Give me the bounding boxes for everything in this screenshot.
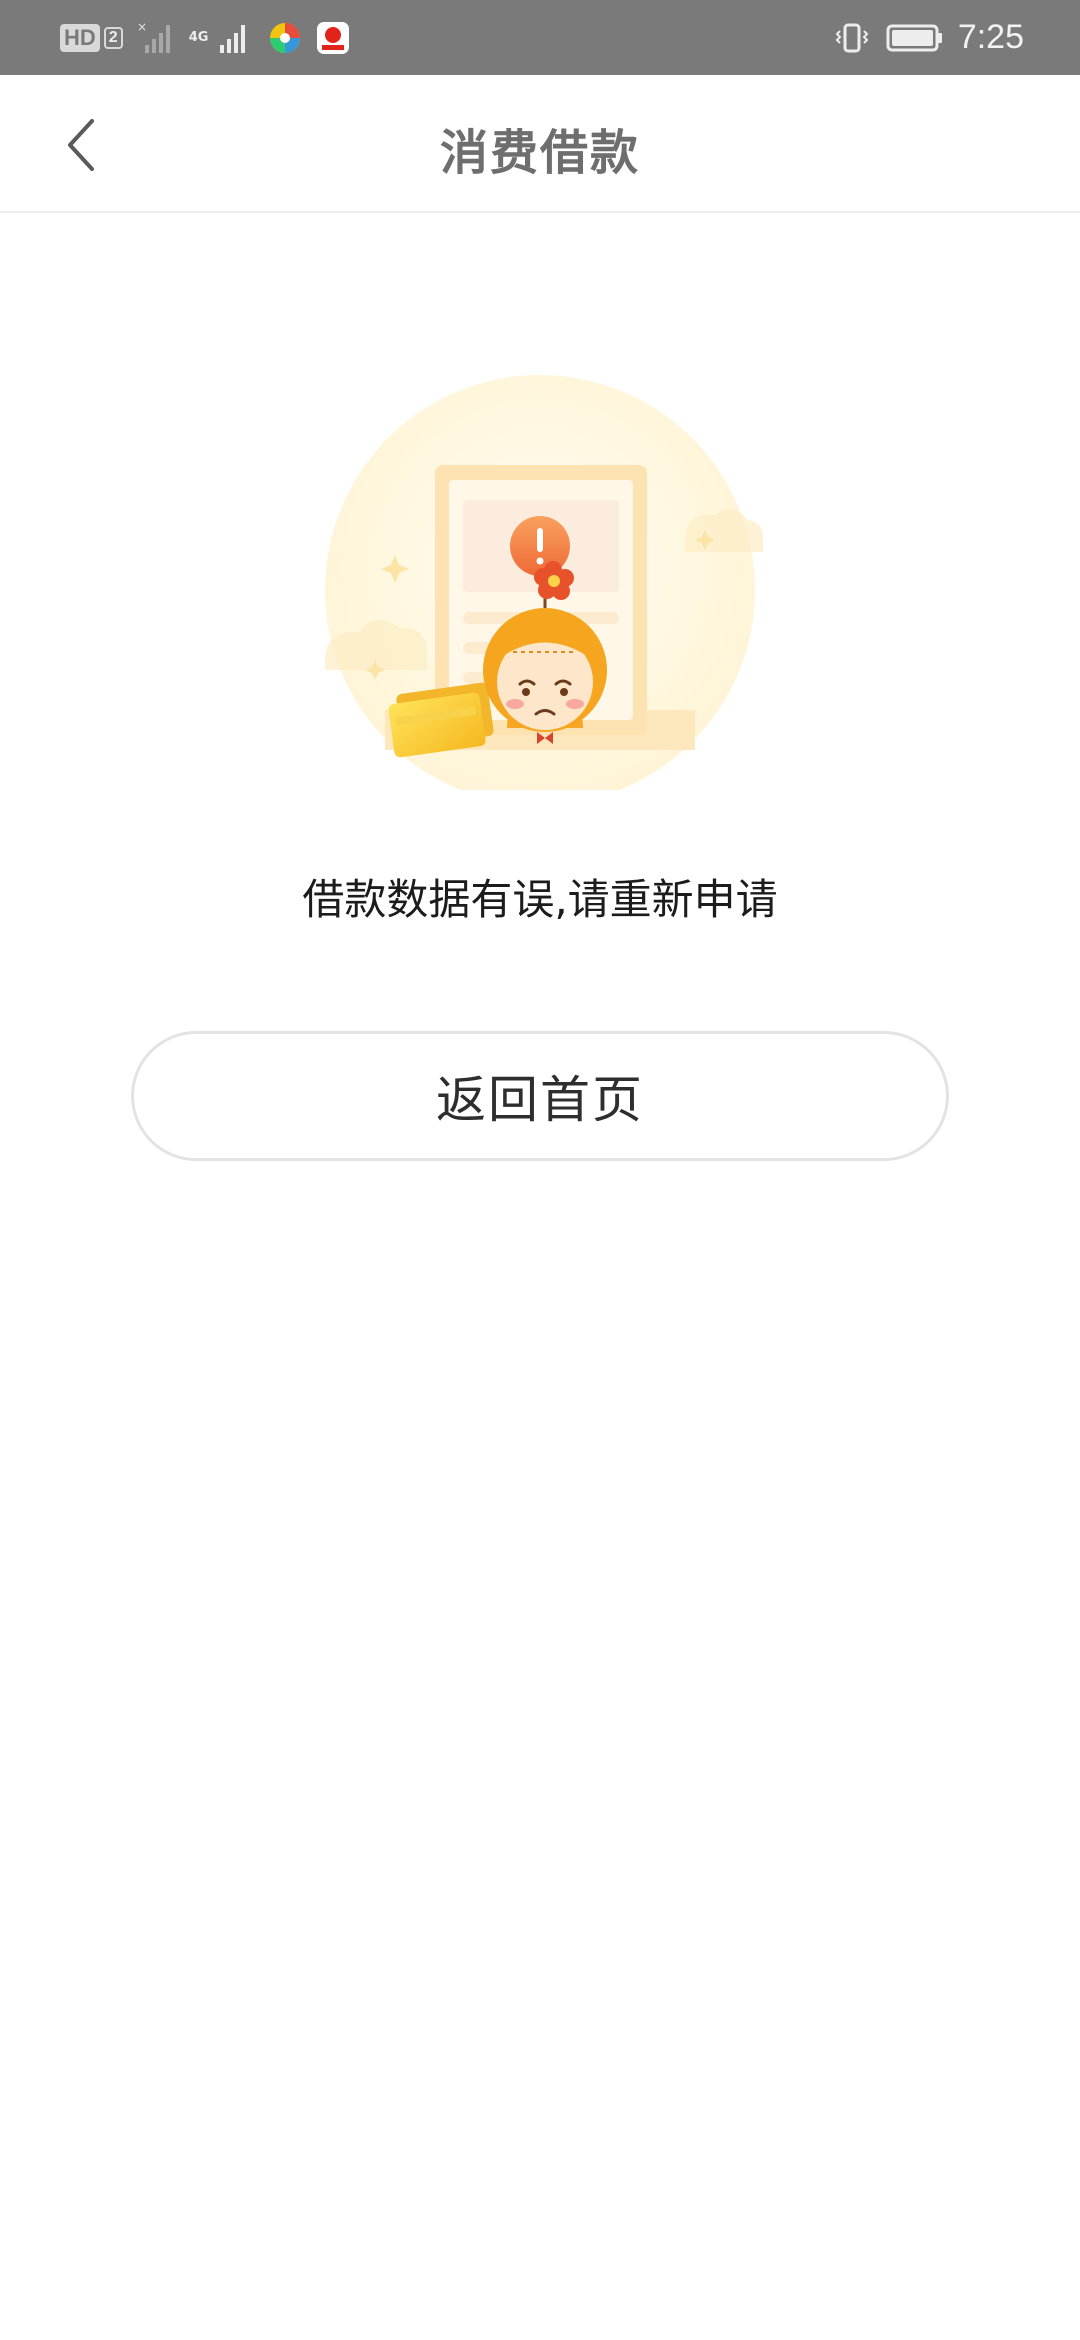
battery-icon [886, 24, 942, 51]
vibrate-icon [835, 23, 869, 52]
status-time: 7:25 [957, 18, 1024, 56]
signal-icon [220, 24, 246, 53]
network-type-label: 4G [188, 30, 209, 45]
hd-icon: HD 2 [60, 23, 123, 52]
app-icon-sina [317, 21, 350, 54]
svg-text:×: × [137, 21, 147, 34]
sim-label: 2 [103, 26, 123, 49]
status-bar-left: HD 2 × 4G [60, 21, 350, 55]
app-icon-colorful [270, 22, 301, 53]
error-message: 借款数据有误,请重新申请 [302, 875, 778, 924]
signal-empty-icon: × [137, 21, 170, 53]
hd-label: HD [60, 23, 100, 52]
return-home-button[interactable]: 返回首页 [131, 1031, 949, 1161]
status-bar: HD 2 × 4G 7:25 [0, 0, 1080, 75]
error-illustration [325, 375, 764, 790]
navigation-header: 消费借款 [0, 75, 1080, 213]
status-bar-right: 7:25 [832, 18, 1024, 57]
page-title: 消费借款 [439, 125, 640, 181]
